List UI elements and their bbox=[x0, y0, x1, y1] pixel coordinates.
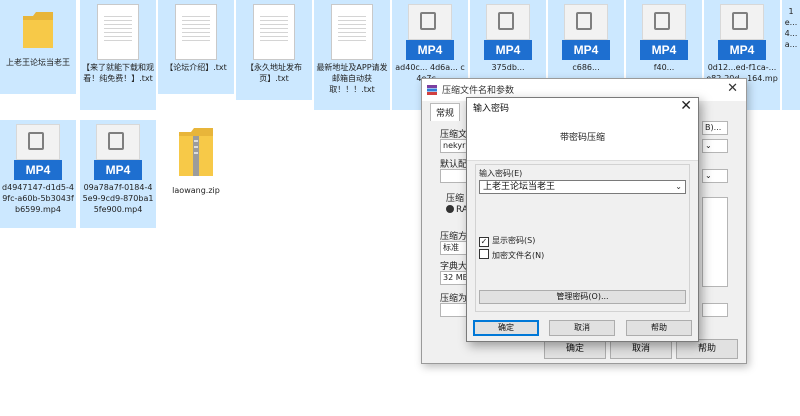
file-label: c686... bbox=[572, 63, 600, 72]
video-file-icon: MP4 bbox=[640, 4, 688, 60]
cancel-button[interactable]: 取消 bbox=[610, 339, 672, 359]
dialog-title: 输入密码 bbox=[473, 104, 510, 114]
file-label: 375db... bbox=[491, 63, 525, 72]
file-label: 1e... 4... a... bbox=[784, 7, 798, 49]
default-profile-field[interactable] bbox=[440, 169, 468, 183]
set-password-button[interactable] bbox=[702, 303, 728, 317]
file-label: f40... bbox=[653, 63, 675, 72]
checkbox-checked-icon: ✓ bbox=[479, 237, 489, 247]
close-icon[interactable]: ✕ bbox=[727, 81, 738, 96]
options-panel bbox=[702, 197, 728, 287]
file-item[interactable]: 【论坛介绍】.txt bbox=[158, 0, 234, 94]
password-value: 上老王论坛当老王 bbox=[483, 182, 556, 192]
profile-dropdown[interactable]: ⌄ bbox=[702, 169, 728, 183]
video-file-icon: MP4 bbox=[718, 4, 766, 60]
zip-folder-icon bbox=[179, 128, 213, 176]
file-item[interactable]: 【永久地址发布页】.txt bbox=[236, 0, 312, 100]
chevron-down-icon[interactable]: ⌄ bbox=[675, 181, 682, 193]
file-item[interactable]: MP4 09a78a7f-0184-45e9-9cd9-870ba15fe900… bbox=[80, 120, 156, 228]
file-label: laowang.zip bbox=[172, 186, 220, 195]
window-title: 压缩文件名和参数 bbox=[442, 86, 515, 96]
checkbox-unchecked-icon bbox=[479, 249, 489, 259]
password-input[interactable]: 上老王论坛当老王 ⌄ bbox=[479, 180, 686, 194]
file-item[interactable]: 上老王论坛当老王 bbox=[0, 0, 76, 94]
file-label: 【永久地址发布页】.txt bbox=[246, 63, 302, 83]
help-button[interactable]: 帮助 bbox=[626, 320, 692, 336]
file-label: 【论坛介绍】.txt bbox=[165, 63, 227, 72]
format-option-rar[interactable]: RA bbox=[446, 205, 468, 215]
manage-passwords-button[interactable]: 管理密码(O)... bbox=[479, 290, 686, 304]
password-dialog: 输入密码 ✕ 带密码压缩 输入密码(E) 上老王论坛当老王 ⌄ ✓ 显示密码(S)… bbox=[466, 97, 699, 342]
cancel-button[interactable]: 取消 bbox=[549, 320, 615, 336]
dialog-header: 带密码压缩 bbox=[467, 116, 698, 161]
text-file-icon bbox=[175, 4, 217, 60]
browse-button[interactable]: B)... bbox=[702, 121, 728, 135]
file-label: d4947147-d1d5-49fc-a60b-5b3043fb6599.mp4 bbox=[2, 183, 74, 214]
show-password-checkbox[interactable]: ✓ 显示密码(S) bbox=[479, 235, 535, 247]
text-file-icon bbox=[331, 4, 373, 60]
archive-name-dropdown[interactable]: ⌄ bbox=[702, 139, 728, 153]
file-label: 09a78a7f-0184-45e9-9cd9-870ba15fe900.mp4 bbox=[82, 183, 154, 214]
video-file-icon: MP4 bbox=[562, 4, 610, 60]
encrypt-filenames-checkbox[interactable]: 加密文件名(N) bbox=[479, 249, 544, 261]
ok-button[interactable]: 确定 bbox=[473, 320, 539, 336]
password-label: 输入密码(E) bbox=[479, 169, 523, 178]
dialog-titlebar: 输入密码 ✕ bbox=[467, 98, 698, 116]
folder-icon bbox=[23, 12, 53, 48]
file-item[interactable]: 最新地址及APP请发邮箱自动获取！！！.txt bbox=[314, 0, 390, 110]
close-icon[interactable]: ✕ bbox=[680, 98, 692, 114]
format-label: 压缩 bbox=[446, 194, 465, 204]
video-file-icon: MP4 bbox=[14, 124, 62, 180]
help-button[interactable]: 帮助 bbox=[676, 339, 738, 359]
video-file-icon: MP4 bbox=[406, 4, 454, 60]
ok-button[interactable]: 确定 bbox=[544, 339, 606, 359]
dictionary-select[interactable]: 32 MB bbox=[440, 271, 468, 285]
text-file-icon bbox=[97, 4, 139, 60]
winrar-icon bbox=[427, 85, 437, 95]
video-file-icon: MP4 bbox=[484, 4, 532, 60]
split-field[interactable] bbox=[440, 303, 468, 317]
file-item[interactable]: 1e... 4... a... bbox=[782, 0, 800, 110]
method-select[interactable]: 标准 bbox=[440, 241, 468, 255]
video-file-icon: MP4 bbox=[94, 124, 142, 180]
file-item[interactable]: 【来了就能下载和观看！纯免费！】.txt bbox=[80, 0, 156, 110]
file-label: 【来了就能下载和观看！纯免费！】.txt bbox=[82, 63, 154, 83]
file-label: 最新地址及APP请发邮箱自动获取！！！.txt bbox=[316, 63, 388, 94]
tab-general[interactable]: 常规 bbox=[430, 103, 461, 121]
file-label: 上老王论坛当老王 bbox=[6, 58, 70, 67]
file-item[interactable]: MP4 d4947147-d1d5-49fc-a60b-5b3043fb6599… bbox=[0, 120, 76, 228]
text-file-icon bbox=[253, 4, 295, 60]
file-item[interactable]: laowang.zip bbox=[158, 120, 234, 210]
